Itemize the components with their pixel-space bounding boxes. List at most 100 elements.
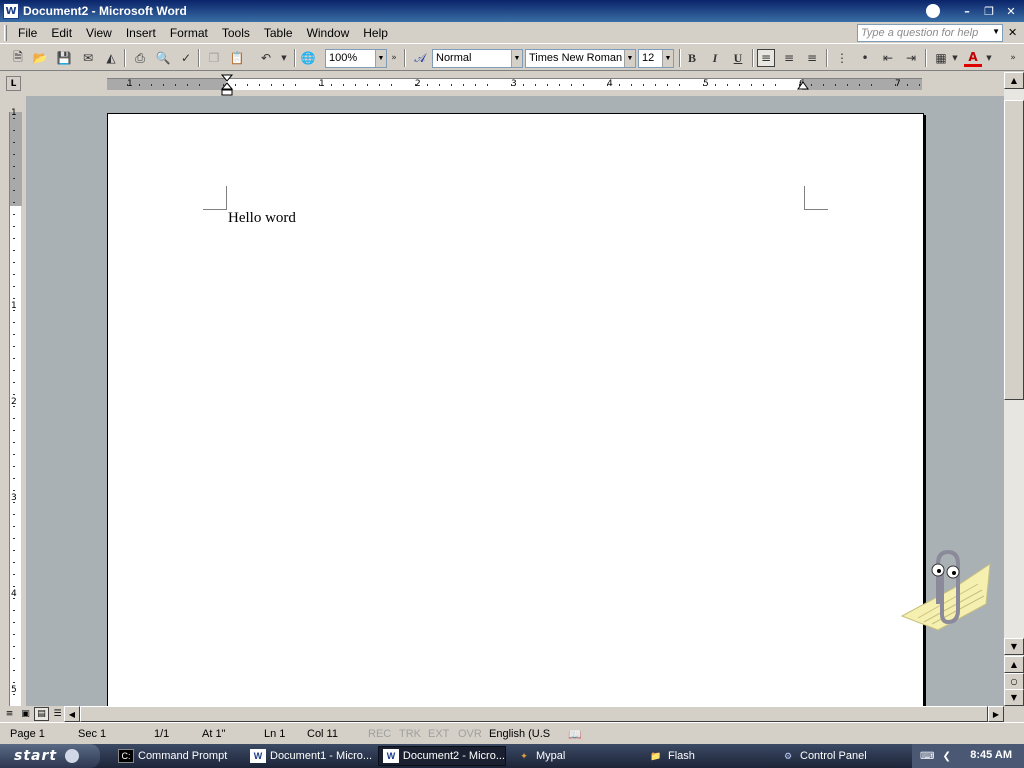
- indent-markers-icon[interactable]: [221, 74, 233, 96]
- scroll-down-button[interactable]: ▼: [1004, 638, 1024, 655]
- align-center-icon[interactable]: ≡: [780, 49, 798, 67]
- chevron-down-icon[interactable]: ▼: [662, 50, 673, 67]
- chevron-down-icon[interactable]: ▼: [624, 50, 635, 67]
- print-layout-view-icon[interactable]: ▤: [34, 707, 49, 721]
- menu-format[interactable]: Format: [163, 26, 215, 40]
- save-icon[interactable]: 💾: [55, 49, 73, 67]
- toolbar-options-icon[interactable]: »: [389, 49, 399, 67]
- document-text[interactable]: Hello word: [228, 210, 296, 227]
- menu-table[interactable]: Table: [257, 26, 300, 40]
- outline-view-icon[interactable]: ☰: [50, 707, 65, 721]
- start-button[interactable]: start: [0, 744, 100, 768]
- decrease-indent-icon[interactable]: ⇤: [879, 49, 897, 67]
- scroll-up-button[interactable]: ▲: [1004, 72, 1024, 89]
- spelling-status-icon[interactable]: 📖: [568, 728, 582, 741]
- tab-selector[interactable]: L: [6, 76, 21, 91]
- horizontal-ruler-row: L 1 1 2 3 4 5 6 7: [0, 72, 1024, 96]
- menu-file[interactable]: File: [11, 26, 44, 40]
- zoom-select[interactable]: 100% ▼: [325, 49, 387, 68]
- next-page-button[interactable]: ▼: [1004, 689, 1024, 706]
- numbering-icon[interactable]: ⋮: [833, 49, 851, 67]
- menu-help[interactable]: Help: [356, 26, 395, 40]
- chevron-down-icon[interactable]: ▼: [992, 27, 1000, 36]
- vertical-ruler[interactable]: 1 1 2 3 4 5: [0, 96, 26, 707]
- vertical-scrollbar[interactable]: ▲ ▼ ▲ ○ ▼: [1004, 72, 1024, 706]
- permission-icon[interactable]: ✉: [79, 49, 97, 67]
- chevron-down-icon[interactable]: ▼: [375, 50, 386, 67]
- horizontal-scroll-thumb[interactable]: [80, 706, 988, 722]
- select-browse-object-button[interactable]: ○: [1004, 673, 1024, 690]
- underline-button[interactable]: U: [729, 49, 747, 67]
- vertical-scroll-thumb[interactable]: [1004, 100, 1024, 400]
- menu-insert[interactable]: Insert: [119, 26, 163, 40]
- font-size-select[interactable]: 12 ▼: [638, 49, 674, 68]
- close-button[interactable]: ✕: [1002, 3, 1020, 19]
- keyboard-icon[interactable]: ⌨: [920, 751, 934, 762]
- task-document2[interactable]: W Document2 - Micro...: [378, 746, 506, 766]
- print-icon[interactable]: ⎙: [131, 49, 149, 67]
- status-ovr[interactable]: OVR: [458, 728, 482, 740]
- menu-edit[interactable]: Edit: [44, 26, 79, 40]
- menu-grip[interactable]: [4, 24, 7, 41]
- ruler-tick: [835, 84, 836, 86]
- task-control-panel[interactable]: ⚙ Control Panel: [776, 746, 904, 766]
- task-document1[interactable]: W Document1 - Micro...: [246, 746, 374, 766]
- align-right-icon[interactable]: ≡: [803, 49, 821, 67]
- status-ext[interactable]: EXT: [428, 728, 449, 740]
- close-document-button[interactable]: ✕: [1008, 26, 1017, 39]
- font-select[interactable]: Times New Roman ▼: [525, 49, 636, 68]
- font-color-dropdown-icon[interactable]: ▼: [984, 49, 994, 67]
- status-language[interactable]: English (U.S: [489, 728, 550, 740]
- scroll-left-button[interactable]: ◀: [64, 706, 80, 722]
- toolbar-separator: [925, 49, 927, 67]
- help-search-input[interactable]: Type a question for help ▼: [857, 24, 1003, 42]
- paste-icon[interactable]: 📋: [228, 49, 246, 67]
- word-app-icon[interactable]: W: [3, 3, 19, 19]
- spelling-icon[interactable]: ✓: [177, 49, 195, 67]
- menu-window[interactable]: Window: [300, 26, 357, 40]
- web-layout-view-icon[interactable]: ▣: [18, 707, 33, 721]
- style-select[interactable]: Normal ▼: [432, 49, 523, 68]
- borders-dropdown-icon[interactable]: ▼: [950, 49, 960, 67]
- clock[interactable]: 8:45 AM: [970, 749, 1012, 761]
- chevron-down-icon[interactable]: ▼: [511, 50, 522, 67]
- open-folder-icon[interactable]: 📂: [31, 49, 49, 67]
- web-globe-icon[interactable]: 🌐: [299, 49, 317, 67]
- bold-button[interactable]: B: [683, 49, 701, 67]
- taskbar: start C: Command Prompt W Document1 - Mi…: [0, 744, 1024, 768]
- ruler-tick: [271, 84, 272, 86]
- email-icon[interactable]: ◭: [102, 49, 120, 67]
- copy-icon[interactable]: ❐: [205, 49, 223, 67]
- borders-icon[interactable]: ▦: [932, 49, 950, 67]
- align-left-icon[interactable]: ≡: [757, 49, 775, 67]
- toolbar-options-icon[interactable]: »: [1008, 49, 1018, 67]
- undo-dropdown-icon[interactable]: ▼: [275, 49, 293, 67]
- scroll-right-button[interactable]: ▶: [988, 706, 1004, 722]
- print-preview-icon[interactable]: 🔍: [154, 49, 172, 67]
- status-trk[interactable]: TRK: [399, 728, 421, 740]
- status-rec[interactable]: REC: [368, 728, 391, 740]
- undo-icon[interactable]: ↶: [257, 49, 275, 67]
- help-orb-icon[interactable]: [926, 4, 940, 18]
- styles-icon[interactable]: 𝒜: [411, 49, 429, 67]
- previous-page-button[interactable]: ▲: [1004, 656, 1024, 673]
- restore-button[interactable]: ❐: [980, 3, 998, 19]
- tray-expand-icon[interactable]: ❮: [942, 751, 950, 762]
- office-assistant-clippy-icon[interactable]: [898, 544, 992, 634]
- font-color-button[interactable]: A: [964, 49, 982, 67]
- menu-view[interactable]: View: [79, 26, 119, 40]
- task-mypal[interactable]: ✦ Mypal: [512, 746, 640, 766]
- ruler-number: 1: [11, 108, 17, 118]
- right-indent-marker-icon[interactable]: [797, 81, 809, 93]
- normal-view-icon[interactable]: ≡: [2, 707, 17, 721]
- task-flash[interactable]: 📁 Flash: [644, 746, 772, 766]
- increase-indent-icon[interactable]: ⇥: [902, 49, 920, 67]
- document-page[interactable]: Hello word: [107, 113, 924, 706]
- menu-tools[interactable]: Tools: [215, 26, 257, 40]
- bullets-icon[interactable]: •: [856, 49, 874, 67]
- task-command-prompt[interactable]: C: Command Prompt: [114, 746, 242, 766]
- italic-button[interactable]: I: [706, 49, 724, 67]
- minimize-button[interactable]: –: [958, 3, 976, 19]
- new-document-icon[interactable]: 🗎: [9, 49, 27, 67]
- horizontal-scrollbar[interactable]: ◀ ▶: [64, 706, 1004, 722]
